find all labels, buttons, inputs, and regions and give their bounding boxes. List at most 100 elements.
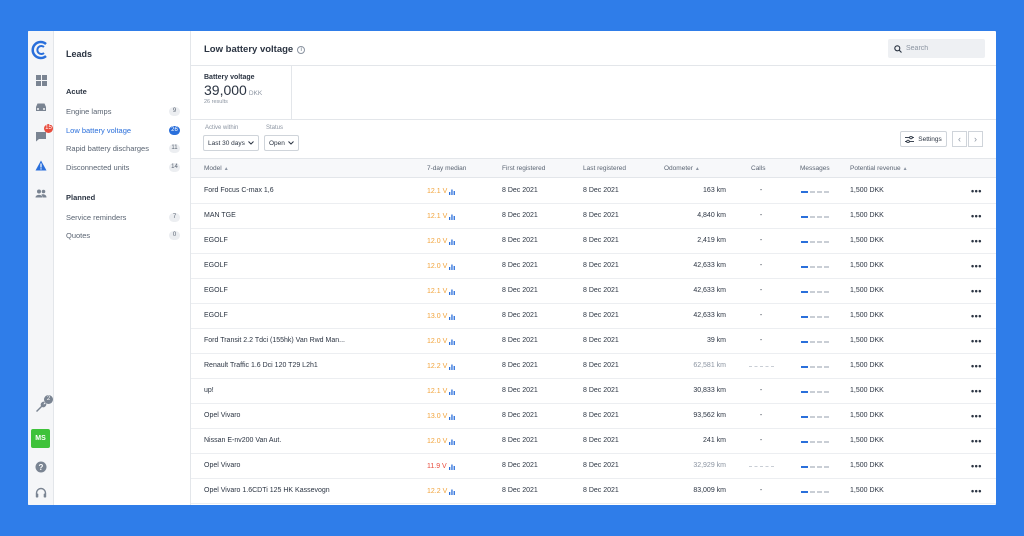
table-row[interactable]: Opel Vivaro 1.6CDTi 125 HK Kassevogn 12.2… [191,479,996,504]
nav-item-count: 26 [169,125,180,135]
column-header-last-registered[interactable]: Last registered [583,159,626,179]
more-options-icon[interactable]: ••• [971,179,982,204]
table-row[interactable]: up! 12.1 V 8 Dec 2021 8 Dec 2021 30,833 km - 1… [191,379,996,404]
empty-calls-indicator [748,466,774,467]
more-options-icon[interactable]: ••• [971,379,982,404]
headset-icon[interactable] [33,485,49,501]
cell-model: Ford Focus C-max 1,6 [204,187,274,194]
nav-item-quotes[interactable]: Quotes 0 [66,229,180,241]
column-header-model[interactable]: Model ▲ [204,159,229,179]
cell-odometer: 93,562 km [693,412,726,419]
help-icon[interactable]: ? [33,459,49,475]
table-row[interactable]: Opel Vivaro 11.9 V 8 Dec 2021 8 Dec 2021 32,… [191,454,996,479]
more-options-icon[interactable]: ••• [971,304,982,329]
table-row[interactable]: Renault Traffic 1.6 Dci 120 T29 L2h1 12.2… [191,354,996,379]
median-value: 12.0 V [427,262,448,270]
car-icon[interactable] [33,99,49,115]
chat-icon[interactable]: 15 [33,124,53,144]
cell-median: 12.2 V [427,479,456,504]
header-divider [191,65,996,66]
nav-item-service-reminders[interactable]: Service reminders 7 [66,211,180,223]
table-row[interactable]: Nissan E-nv200 Van Aut. 12.0 V 8 Dec 2021 8… [191,429,996,454]
cell-odometer: 83,009 km [693,487,726,494]
nav-item-low-battery-voltage[interactable]: Low battery voltage 26 [66,124,180,136]
column-header-messages[interactable]: Messages [800,159,830,179]
dashboard-icon[interactable] [33,72,49,88]
more-options-icon[interactable]: ••• [971,454,982,479]
search-box[interactable] [888,39,985,58]
median-value: 11.9 V [427,462,447,470]
chevron-down-icon [248,141,254,145]
cell-last-registered: 8 Dec 2021 [583,312,619,319]
active-within-select[interactable]: Last 30 days [203,135,259,151]
more-options-icon[interactable]: ••• [971,354,982,379]
cell-odometer: 42,633 km [693,262,726,269]
bar-chart-icon[interactable] [449,439,456,445]
avatar[interactable]: MS [31,429,50,448]
table-row[interactable]: EGOLF 12.0 V 8 Dec 2021 8 Dec 2021 2,419 km -… [191,229,996,254]
cell-calls: - [759,262,763,269]
more-options-icon[interactable]: ••• [971,279,982,304]
users-icon[interactable] [33,185,49,201]
bar-chart-icon[interactable] [449,489,456,495]
table-row[interactable]: Ford Focus C-max 1,6 12.1 V 8 Dec 2021 8 De… [191,179,996,204]
bar-chart-icon[interactable] [449,364,456,370]
cell-model: MAN TGE [204,212,236,219]
column-header-potential-revenue[interactable]: Potential revenue ▲ [850,159,908,179]
more-options-icon[interactable]: ••• [971,204,982,229]
cell-model: Nissan E-nv200 Van Aut. [204,437,282,444]
more-options-icon[interactable]: ••• [971,229,982,254]
median-value: 13.0 V [427,312,448,320]
table-row[interactable]: EGOLF 12.0 V 8 Dec 2021 8 Dec 2021 42,633 km… [191,254,996,279]
column-header-median[interactable]: 7-day median [427,159,466,179]
bar-chart-icon[interactable] [449,239,456,245]
bar-chart-icon[interactable] [449,339,456,345]
search-input[interactable] [906,45,981,52]
bar-chart-icon[interactable] [449,389,456,395]
table-row[interactable]: Opel Vivaro 13.0 V 8 Dec 2021 8 Dec 2021 93,… [191,404,996,429]
warning-icon[interactable] [33,157,49,173]
cell-calls [746,354,776,379]
cell-median: 13.0 V [427,304,456,329]
prev-page-button[interactable]: ‹ [952,131,967,147]
cell-last-registered: 8 Dec 2021 [583,212,619,219]
column-header-odometer[interactable]: Odometer ▲ [664,159,700,179]
bar-chart-icon[interactable] [449,314,456,320]
bar-chart-icon[interactable] [449,264,456,270]
cell-median: 12.0 V [427,229,456,254]
table-row[interactable]: MAN TGE 12.1 V 8 Dec 2021 8 Dec 2021 4,840 k… [191,204,996,229]
chat-badge: 15 [44,124,53,133]
more-options-icon[interactable]: ••• [971,329,982,354]
bar-chart-icon[interactable] [449,189,456,195]
bar-chart-icon[interactable] [448,464,455,470]
info-icon[interactable]: i [297,45,306,54]
table-row[interactable]: EGOLF 12.1 V 8 Dec 2021 8 Dec 2021 42,633 km… [191,279,996,304]
message-progress-indicator [801,415,829,418]
status-select[interactable]: Open [264,135,299,151]
bar-chart-icon[interactable] [449,414,456,420]
settings-button[interactable]: Settings [900,131,947,147]
nav-item-disconnected-units[interactable]: Disconnected units 14 [66,161,180,173]
more-options-icon[interactable]: ••• [971,404,982,429]
table-row[interactable]: Ford Transit 2.2 Tdci (155hk) Van Rwd Ma… [191,329,996,354]
next-page-button[interactable]: › [968,131,983,147]
more-options-icon[interactable]: ••• [971,479,982,504]
more-options-icon[interactable]: ••• [971,429,982,454]
column-header-first-registered[interactable]: First registered [502,159,545,179]
cell-last-registered: 8 Dec 2021 [583,462,619,469]
wrench-icon[interactable]: 2 [33,395,53,415]
logo-icon[interactable] [31,40,51,60]
status-value: Open [269,139,285,147]
settings-label: Settings [918,135,942,143]
nav-item-engine-lamps[interactable]: Engine lamps 9 [66,105,180,117]
cell-odometer: 4,840 km [697,212,726,219]
bar-chart-icon[interactable] [449,214,456,220]
bar-chart-icon[interactable] [449,289,456,295]
more-options-icon[interactable]: ••• [971,254,982,279]
table-row[interactable]: EGOLF 13.0 V 8 Dec 2021 8 Dec 2021 42,633 km… [191,304,996,329]
nav-item-rapid-battery-discharges[interactable]: Rapid battery discharges 11 [66,142,180,154]
column-header-calls[interactable]: Calls [751,159,765,179]
cell-calls: - [759,337,763,344]
median-value: 12.0 V [427,337,448,345]
message-progress-indicator [801,215,829,218]
